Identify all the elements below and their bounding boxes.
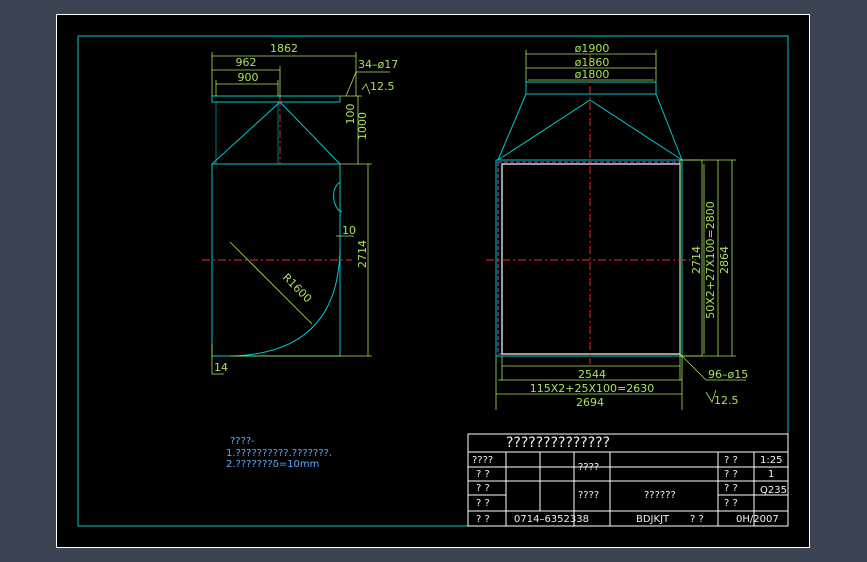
dim-d1900: ø1900 — [575, 42, 610, 55]
tb-r1-label: ???? — [472, 455, 493, 466]
dim-hole-pitch-h: 115X2+25X100=2630 — [530, 382, 655, 395]
dim-offset: 10 — [342, 224, 356, 237]
dim-inner-height: 2714 — [690, 246, 703, 274]
right-outer-flange — [495, 159, 683, 357]
left-top-flange — [211, 95, 341, 103]
dim-outer-width: 2694 — [576, 396, 604, 409]
dim-roughness-right: 12.5 — [714, 394, 739, 407]
dim-holes-left: 34–ø17 — [358, 58, 398, 71]
dim-inner-width: 2544 — [578, 368, 606, 381]
tb-r1-scale: 1:25 — [760, 455, 782, 466]
notes-line-1: 1.??????????.???????. — [226, 448, 332, 459]
cad-drawing: 1862 962 900 34–ø17 12.5 100 1000 2714 1… — [56, 14, 810, 548]
right-top-flange — [525, 81, 657, 95]
dim-flange-inner: 900 — [238, 71, 259, 84]
tb-r5-code: BDJKJT — [636, 514, 670, 525]
technical-notes: ????- 1.??????????.???????. 2.???????δ=1… — [226, 436, 332, 470]
tb-r1-mid: ???? — [578, 462, 599, 473]
dim-hopper-height: 1000 — [356, 112, 369, 140]
left-view: 1862 962 900 34–ø17 12.5 100 1000 2714 1… — [202, 42, 398, 375]
tb-r3-name: ?????? — [644, 490, 676, 501]
dim-holes-right: 96–ø15 — [708, 368, 748, 381]
dim-radius: R1600 — [280, 271, 314, 305]
notes-line-2: 2.???????δ=10mm — [226, 459, 319, 470]
right-view: ø1900 ø1860 ø1800 2714 50X2+27X100=2800 … — [486, 42, 748, 410]
tb-r3-a: ? ? — [476, 483, 490, 494]
title-block: ?????????????? ???? ???? ? ? 1:25 ? ? ? … — [467, 433, 789, 527]
drawing-sheet: 1862 962 900 34–ø17 12.5 100 1000 2714 1… — [56, 14, 810, 548]
tb-r2-q: ? ? — [724, 469, 738, 480]
dim-roughness-left: 12.5 — [370, 80, 395, 93]
dim-body-height: 2714 — [356, 240, 369, 268]
tb-r5-date: 0H/2007 — [736, 514, 779, 525]
tb-r1-q: ? ? — [724, 455, 738, 466]
tb-r3-q: ? ? — [724, 483, 738, 494]
dim-plate: 14 — [214, 361, 228, 374]
right-hidden-frame — [497, 161, 681, 355]
notes-heading: ????- — [230, 436, 255, 447]
dim-flange-outer: 962 — [236, 56, 257, 69]
tb-title: ?????????????? — [506, 435, 610, 451]
tb-r4-q: ? ? — [724, 498, 738, 509]
dim-total-width: 1862 — [270, 42, 298, 55]
tb-r5-a: ? ? — [476, 514, 490, 525]
tb-r2-qty: 1 — [768, 469, 774, 480]
tb-r2-a: ? ? — [476, 469, 490, 480]
tb-r5-q: ? ? — [690, 514, 704, 525]
tb-r5-drawing-no: 0714–6352338 — [514, 514, 589, 525]
tb-r3-mat: Q235 — [760, 485, 787, 496]
tb-r3-mid: ???? — [578, 490, 599, 501]
tb-r4-a: ? ? — [476, 498, 490, 509]
dim-outer-height: 2864 — [718, 246, 731, 274]
right-inner-box — [501, 163, 681, 355]
left-side-bump — [333, 181, 343, 213]
dim-hole-pitch-v: 50X2+27X100=2800 — [704, 201, 717, 319]
dim-d1800: ø1800 — [575, 68, 610, 81]
left-hopper — [211, 101, 341, 165]
outer-frame — [56, 14, 810, 548]
